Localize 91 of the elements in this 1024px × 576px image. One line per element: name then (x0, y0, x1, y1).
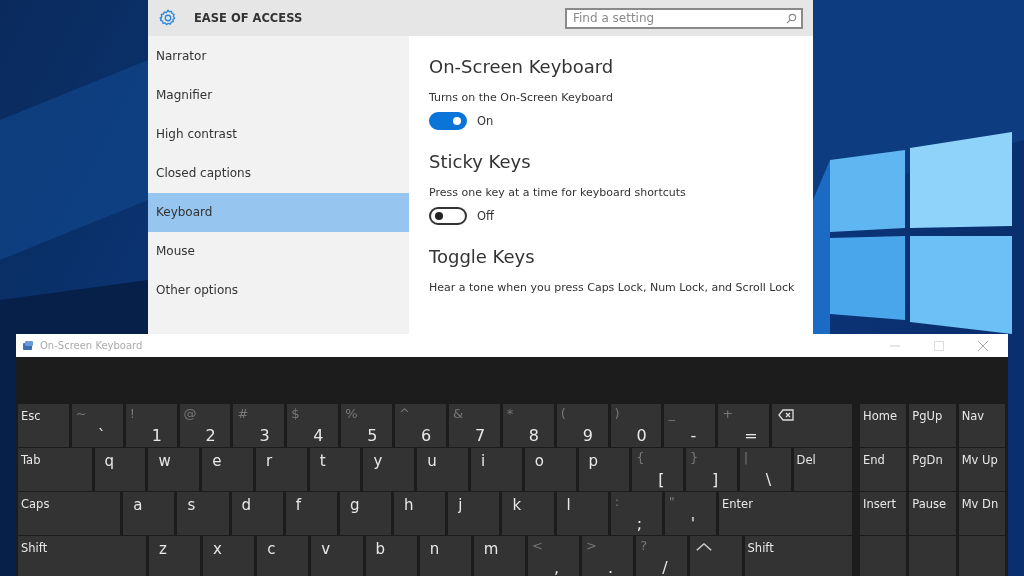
keycap[interactable]: c (257, 536, 309, 576)
keycap[interactable]: e (202, 448, 253, 491)
keycap[interactable]: j (448, 492, 500, 535)
chevron-up-icon (696, 541, 713, 553)
keycap[interactable]: Del (793, 448, 852, 491)
keycap[interactable]: o (524, 448, 576, 491)
keycap[interactable]: y (363, 448, 415, 491)
keycap[interactable]: + = (718, 404, 770, 447)
keycap[interactable]: z (148, 536, 201, 576)
keycap[interactable]: ) 0 (610, 404, 662, 447)
keycap[interactable]: ! 1 (125, 404, 177, 447)
keycap[interactable]: b (365, 536, 417, 576)
keycap[interactable]: Esc (18, 404, 69, 447)
keycap[interactable]: Nav (958, 404, 1005, 447)
keycap[interactable]: ~ ` (71, 404, 123, 447)
sidebar-item[interactable]: Other options (148, 271, 409, 310)
section-heading: Sticky Keys (429, 151, 532, 172)
keycap[interactable]: t (309, 448, 361, 491)
keycap[interactable]: ( 9 (556, 404, 608, 447)
keycap[interactable]: " ' (664, 492, 716, 535)
sidebar-item[interactable]: Magnifier (148, 76, 409, 115)
keycap[interactable]: k (502, 492, 554, 535)
settings-icon (158, 8, 178, 28)
keycap[interactable]: Shift (18, 536, 146, 576)
keycap[interactable]: } ] (686, 448, 737, 491)
keycap[interactable]: p (578, 448, 630, 491)
keycap[interactable]: Tab (18, 448, 92, 491)
keycap[interactable]: _ - (664, 404, 716, 447)
keycap[interactable]: @ 2 (179, 404, 231, 447)
keycap[interactable]: a (123, 492, 175, 535)
keyboard-app-icon (22, 339, 34, 352)
search-field[interactable]: Find a setting (565, 7, 803, 29)
keycap[interactable]: | \ (739, 448, 791, 491)
keycap[interactable] (772, 404, 852, 447)
toggle-label: Off (477, 209, 494, 223)
keycap[interactable]: Mv Up (958, 448, 1005, 491)
keycap[interactable]: # 3 (233, 404, 285, 447)
keycap[interactable]: f (285, 492, 337, 535)
toggle-label: On (477, 114, 494, 128)
window-title: EASE OF ACCESS (194, 11, 304, 25)
keycap[interactable]: Home (860, 404, 907, 447)
toggle-switch[interactable] (429, 112, 467, 130)
keycap[interactable]: ? / (636, 536, 688, 576)
keycap[interactable]: < , (527, 536, 580, 576)
keycap[interactable]: PgUp (909, 404, 956, 447)
keycap[interactable]: g (339, 492, 392, 535)
keycap[interactable]: x (203, 536, 255, 576)
keycap[interactable]: d (231, 492, 283, 535)
section-description: Hear a tone when you press Caps Lock, Num Lock, and Scroll Lock (429, 281, 796, 294)
keycap[interactable]: Mv Dn (958, 492, 1005, 535)
sidebar-item[interactable]: Keyboard (148, 193, 409, 232)
maximize-icon (934, 340, 944, 351)
search-icon (786, 12, 797, 24)
keycap[interactable]: Shift (744, 536, 852, 576)
toggle-switch[interactable] (429, 207, 467, 225)
close-icon (978, 340, 988, 351)
keycap[interactable]: ^ 6 (395, 404, 446, 447)
keycap[interactable]: > . (582, 536, 634, 576)
keycap[interactable]: : ; (610, 492, 662, 535)
keycap[interactable]: $ 4 (287, 404, 339, 447)
sidebar-item[interactable]: Closed captions (148, 154, 409, 193)
keycap[interactable]: Insert (860, 492, 907, 535)
keycap[interactable]: * 8 (502, 404, 554, 447)
sidebar-item[interactable]: Mouse (148, 232, 409, 271)
keycap[interactable]: PgDn (909, 448, 956, 491)
keycap[interactable]: n (419, 536, 471, 576)
sidebar-item[interactable]: High contrast (148, 115, 409, 154)
sidebar-item[interactable]: Narrator (148, 37, 409, 76)
keycap[interactable]: v (311, 536, 363, 576)
keycap[interactable]: % 5 (341, 404, 393, 447)
keycap[interactable]: i (471, 448, 522, 491)
keycap[interactable]: & 7 (448, 404, 500, 447)
section-description: Turns on the On-Screen Keyboard (429, 91, 614, 104)
keycap[interactable]: Caps (18, 492, 121, 535)
keycap[interactable]: Enter (719, 492, 852, 535)
keycap[interactable]: w (148, 448, 200, 491)
keycap[interactable]: s (177, 492, 229, 535)
keycap[interactable]: u (417, 448, 468, 491)
section-description: Press one key at a time for keyboard shortcuts (429, 186, 687, 199)
keycap[interactable]: Pause (909, 492, 956, 535)
keycap[interactable]: h (394, 492, 446, 535)
keycap[interactable]: q (94, 448, 146, 491)
section-heading: Toggle Keys (429, 246, 536, 267)
keycap[interactable]: { [ (632, 448, 684, 491)
keycap[interactable]: m (473, 536, 525, 576)
backspace-icon (778, 409, 795, 421)
keycap[interactable]: End (860, 448, 907, 491)
keycap[interactable]: l (556, 492, 608, 535)
section-heading: On-Screen Keyboard (429, 56, 615, 77)
window-title: On-Screen Keyboard (40, 340, 143, 351)
keycap[interactable]: r (255, 448, 307, 491)
